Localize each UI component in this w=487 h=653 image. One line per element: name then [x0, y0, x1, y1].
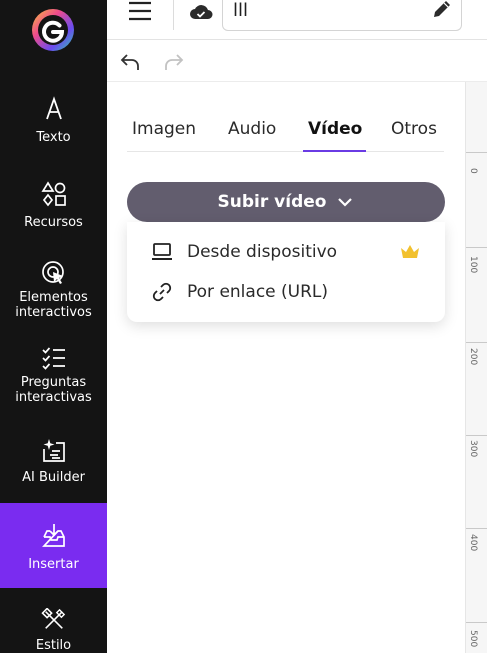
laptop-icon: [152, 243, 172, 260]
interactive-cursor-icon: [41, 261, 64, 284]
tab-audio[interactable]: Audio: [228, 118, 276, 140]
premium-crown-icon: [401, 245, 419, 258]
sidebar-item-label: AI Builder: [22, 470, 85, 485]
ruler-label: 500: [468, 630, 478, 648]
ruler-label: 0: [468, 168, 478, 174]
link-icon: [152, 282, 172, 302]
ruler-tick: [466, 622, 487, 623]
ruler-tick: [466, 528, 487, 529]
chevron-down-icon: [338, 198, 353, 207]
tab-video[interactable]: Vídeo: [308, 118, 362, 140]
menu-item-desde-dispositivo[interactable]: Desde dispositivo: [127, 232, 445, 272]
text-icon: [45, 96, 62, 120]
ruler-label: 400: [468, 534, 478, 552]
shapes-icon: [40, 181, 66, 207]
sidebar-item-recursos[interactable]: Recursos: [0, 181, 107, 233]
ai-sparkle-icon: [42, 439, 65, 462]
ruler-label: 200: [468, 348, 478, 366]
edit-pencil-icon[interactable]: [431, 0, 453, 20]
project-title-field[interactable]: lll: [222, 0, 462, 31]
media-tabs: Imagen Audio Vídeo Otros: [127, 112, 444, 152]
ruler-tick: [466, 342, 487, 343]
sidebar-item-label: Texto: [36, 130, 71, 145]
menu-item-por-enlace[interactable]: Por enlace (URL): [127, 272, 445, 312]
history-bar: [107, 40, 487, 82]
ruler-label: 300: [468, 440, 478, 458]
ruler-tick: [466, 152, 487, 153]
tab-imagen[interactable]: Imagen: [132, 118, 196, 140]
undo-icon[interactable]: [119, 51, 141, 73]
sidebar-item-label: Insertar: [28, 557, 79, 572]
insert-panel: Imagen Audio Vídeo Otros Subir vídeo Des…: [107, 82, 465, 653]
upload-dropdown-menu: Desde dispositivo Por enlace (URL): [127, 222, 445, 322]
sidebar-item-label: Recursos: [24, 215, 83, 230]
active-tab-indicator: [303, 150, 366, 152]
sidebar-item-label: Elementos interactivos: [15, 290, 92, 320]
sidebar-item-elementos-interactivos[interactable]: Elementos interactivos: [0, 260, 107, 322]
upload-video-label: Subir vídeo: [217, 192, 327, 212]
project-title-value: lll: [233, 0, 249, 21]
tab-otros[interactable]: Otros: [391, 118, 437, 140]
style-tools-icon: [40, 608, 65, 629]
sidebar-item-preguntas-interactivas[interactable]: Preguntas interactivas: [0, 345, 107, 407]
ruler-tick: [466, 435, 487, 436]
menu-item-label: Desde dispositivo: [187, 242, 338, 262]
toolbar-divider: [173, 0, 174, 30]
vertical-ruler: 0 100 200 300 400 500: [465, 82, 487, 653]
insert-tray-icon: [41, 524, 65, 547]
sidebar-item-label: Preguntas interactivas: [15, 375, 92, 405]
upload-video-button[interactable]: Subir vídeo: [127, 182, 445, 222]
sidebar-item-estilo[interactable]: Estilo: [0, 608, 107, 653]
sidebar-item-label: Estilo: [35, 638, 72, 653]
sidebar: Texto Recursos Elementos interactivos Pr…: [0, 0, 107, 653]
sidebar-item-ai-builder[interactable]: AI Builder: [0, 438, 107, 488]
ruler-label: 100: [468, 256, 478, 274]
top-bar: lll: [107, 0, 487, 40]
menu-icon[interactable]: [127, 0, 153, 26]
cloud-saved-icon: [190, 5, 213, 19]
ruler-tick: [466, 247, 487, 248]
checklist-icon: [41, 347, 65, 370]
redo-icon[interactable]: [163, 51, 185, 73]
sidebar-item-insertar[interactable]: Insertar: [0, 503, 107, 588]
genially-logo[interactable]: [29, 6, 77, 54]
sidebar-item-texto[interactable]: Texto: [0, 96, 107, 148]
menu-item-label: Por enlace (URL): [187, 282, 329, 302]
